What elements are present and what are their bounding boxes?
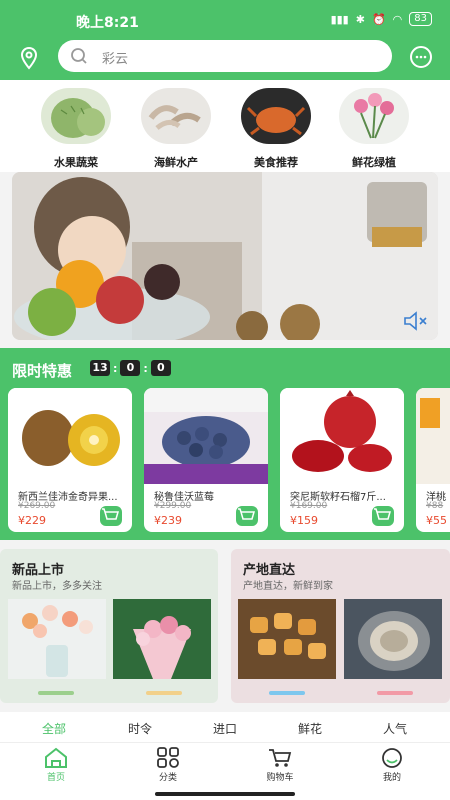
kiwi-image <box>8 388 132 484</box>
carousel-indicator <box>38 691 74 695</box>
tab-popular[interactable]: 人气 <box>383 720 407 737</box>
section-title: 新品上市 <box>12 563 65 578</box>
category-row: 水果蔬菜 海鲜水产 美食推荐 鲜花绿植 <box>0 80 450 172</box>
tab-seasonal[interactable]: 时令 <box>128 720 152 737</box>
timer-seconds: 0 <box>150 360 171 376</box>
carousel-indicator <box>377 691 413 695</box>
search-bar[interactable]: 彩云 <box>58 40 392 72</box>
starfruit-image <box>416 388 450 484</box>
home-indicator <box>155 792 295 796</box>
category-label: 海鲜水产 <box>154 156 198 169</box>
video-banner[interactable] <box>12 172 438 340</box>
product-price: ¥239 <box>154 514 182 527</box>
category-fruit-veg[interactable]: 水果蔬菜 <box>36 88 116 170</box>
cart-icon <box>269 749 292 767</box>
blueberry-image <box>144 388 268 484</box>
nav-label: 我的 <box>382 773 401 783</box>
bluetooth-icon: ✱ <box>355 12 365 26</box>
nav-label: 购物车 <box>266 773 294 783</box>
product-price: ¥159 <box>290 514 318 527</box>
origin-direct-section[interactable]: 产地直达 产地直达，新鲜到家 <box>231 549 450 703</box>
category-label: 美食推荐 <box>254 156 298 169</box>
mute-icon[interactable] <box>402 310 430 332</box>
grid-icon <box>157 747 179 768</box>
product-old-price: ¥88 <box>426 501 444 511</box>
flower-vase-image[interactable] <box>8 599 106 679</box>
filter-tabs: 全部 时令 进口 鲜花 人气 <box>0 712 450 742</box>
section-subtitle: 产地直达，新鲜到家 <box>243 581 333 592</box>
pomegranate-image <box>280 388 404 484</box>
nav-profile[interactable]: 我的 <box>362 747 422 783</box>
product-old-price: ¥269.00 <box>18 501 56 511</box>
header-bar: 彩云 <box>0 40 450 80</box>
message-icon[interactable] <box>408 45 434 71</box>
new-arrivals-section[interactable]: 新品上市 新品上市，多多关注 <box>0 549 218 703</box>
carousel-indicator <box>146 691 182 695</box>
nav-category[interactable]: 分类 <box>138 747 198 783</box>
wifi-icon: ◠ <box>392 12 403 26</box>
nav-cart[interactable]: 购物车 <box>250 747 310 783</box>
category-label: 鲜花绿植 <box>352 156 396 169</box>
scallops-image[interactable] <box>238 599 336 679</box>
category-food[interactable]: 美食推荐 <box>236 88 316 170</box>
home-icon <box>45 747 67 768</box>
carousel-indicator <box>269 691 305 695</box>
status-time: 晚上8:21 <box>76 15 139 31</box>
search-icon <box>71 48 87 64</box>
search-input[interactable]: 彩云 <box>102 48 128 67</box>
add-to-cart-icon[interactable] <box>236 506 258 526</box>
tab-flowers[interactable]: 鲜花 <box>298 720 322 737</box>
signal-icon: ▮▮▮ <box>330 12 349 26</box>
shrimp-image <box>141 88 211 144</box>
timer-hours: 13 <box>90 360 110 376</box>
product-old-price: ¥299.00 <box>154 501 192 511</box>
oyster-image[interactable] <box>344 599 442 679</box>
tab-imported[interactable]: 进口 <box>213 720 237 737</box>
bouquet-image[interactable] <box>113 599 211 679</box>
status-icons: ▮▮▮ ✱ ⏰ ◠ 83 <box>331 12 432 26</box>
timer-minutes: 0 <box>120 360 141 376</box>
battery-icon: 83 <box>409 12 432 26</box>
flowers-image <box>339 88 409 144</box>
status-bar: 晚上8:21 ▮▮▮ ✱ ⏰ ◠ 83 <box>0 0 450 40</box>
countdown-timer: 13 : 0 : 0 <box>90 360 171 376</box>
category-seafood[interactable]: 海鲜水产 <box>136 88 216 170</box>
product-card[interactable]: 洋桃 ¥88 ¥55 <box>416 388 450 532</box>
custard-apple-image <box>41 88 111 144</box>
add-to-cart-icon[interactable] <box>372 506 394 526</box>
nav-home[interactable]: 首页 <box>26 747 86 783</box>
tab-all[interactable]: 全部 <box>42 720 66 737</box>
product-carousel[interactable]: 新西兰佳沛金奇异果... ¥269.00 ¥229 秘鲁佳沃蓝莓 ¥299.00… <box>8 388 450 532</box>
product-price: ¥229 <box>18 514 46 527</box>
section-title: 产地直达 <box>243 563 296 578</box>
alarm-icon: ⏰ <box>371 12 386 26</box>
crab-image <box>241 88 311 144</box>
flash-sale-section: 限时特惠 13 : 0 : 0 新西兰佳沛金奇异果... ¥269.00 ¥22… <box>0 348 450 540</box>
profile-icon <box>382 748 402 768</box>
flash-sale-title: 限时特惠 <box>12 362 73 380</box>
product-old-price: ¥169.00 <box>290 501 328 511</box>
nav-label: 分类 <box>158 773 177 783</box>
category-flowers[interactable]: 鲜花绿植 <box>334 88 414 170</box>
section-subtitle: 新品上市，多多关注 <box>12 581 102 592</box>
fruit-video-image <box>12 172 438 340</box>
nav-label: 首页 <box>46 773 65 783</box>
product-card[interactable]: 新西兰佳沛金奇异果... ¥269.00 ¥229 <box>8 388 132 532</box>
product-card[interactable]: 秘鲁佳沃蓝莓 ¥299.00 ¥239 <box>144 388 268 532</box>
product-price: ¥55 <box>426 514 447 527</box>
category-label: 水果蔬菜 <box>54 156 98 169</box>
add-to-cart-icon[interactable] <box>100 506 122 526</box>
product-card[interactable]: 突尼斯软籽石榴7斤... ¥169.00 ¥159 <box>280 388 404 532</box>
location-icon[interactable] <box>17 46 41 70</box>
